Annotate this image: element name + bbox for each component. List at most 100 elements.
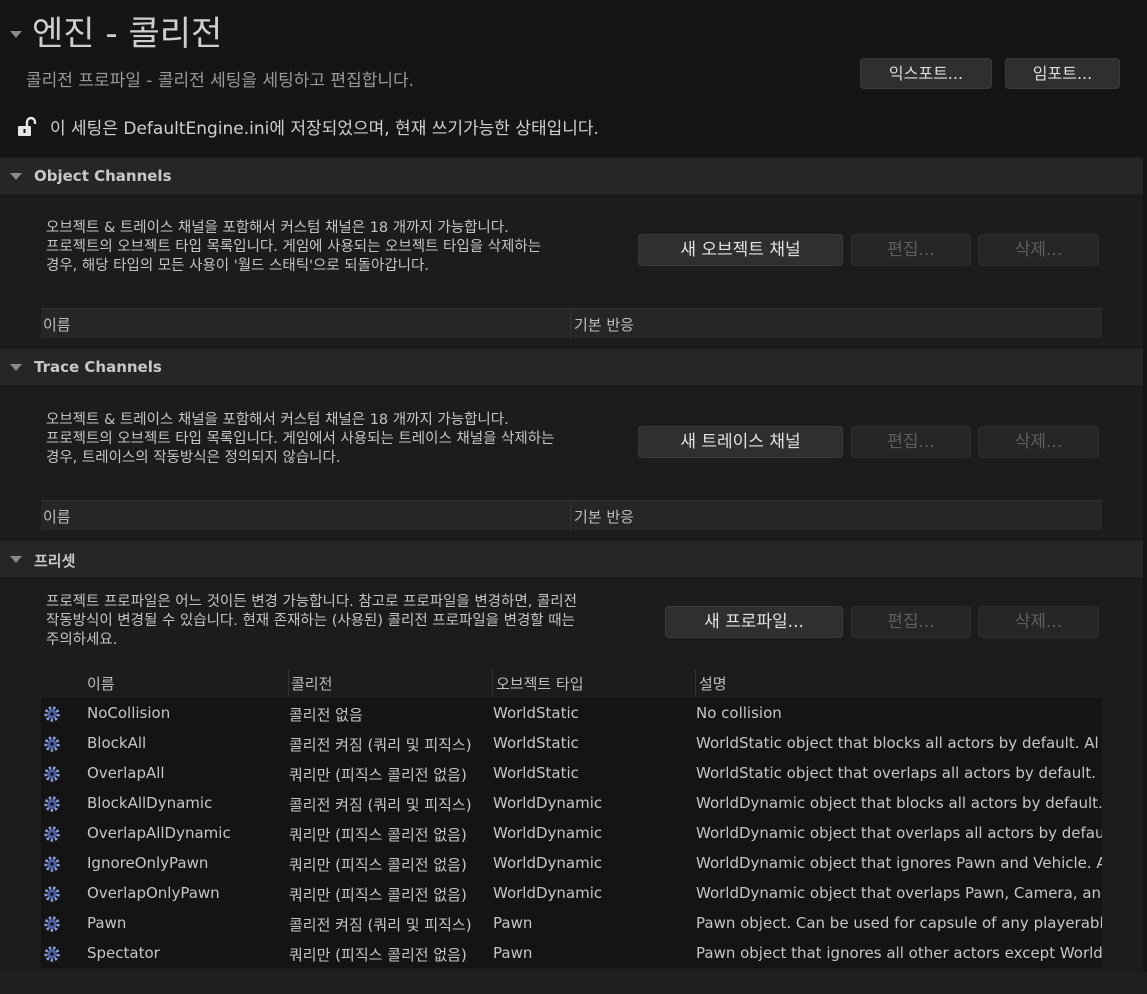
- preset-object-type: WorldStatic: [493, 734, 579, 752]
- collapse-arrow-icon[interactable]: [10, 173, 22, 180]
- table-row[interactable]: NoCollision 콜리전 없음 WorldStatic No collision: [41, 698, 1102, 728]
- preset-name: OverlapOnlyPawn: [87, 884, 220, 902]
- presets-desc-1: 프로젝트 프로파일은 어느 것이든 변경 가능합니다. 참고로 프로파일을 변경…: [46, 594, 577, 610]
- trace-channels-desc-2: 프로젝트의 오브젝트 타입 목록입니다. 게임에서 사용되는 트레이스 채널을 …: [46, 431, 555, 447]
- gear-icon: [44, 766, 60, 782]
- presets-table-header: 이름 콜리전 오브젝트 타입 설명: [41, 668, 1102, 698]
- object-channels-body: 오브젝트 & 트레이스 채널을 포함해서 커스텀 채널은 18 개까지 가능합니…: [0, 196, 1143, 347]
- edit-profile-button[interactable]: 편집...: [851, 606, 971, 638]
- preset-description: WorldDynamic object that blocks all acto…: [696, 794, 1102, 812]
- table-row[interactable]: BlockAll 콜리전 켜짐 (쿼리 및 피직스) WorldStatic Worl…: [41, 728, 1102, 758]
- object-channels-desc-3: 경우, 해당 타입의 모든 사용이 '월드 스태틱'으로 되돌아갑니다.: [46, 258, 429, 274]
- object-channels-column-header: 이름 기본 반응: [41, 308, 1102, 339]
- preset-object-type: WorldDynamic: [493, 824, 603, 842]
- gear-icon: [44, 946, 60, 962]
- preset-collision: 콜리전 없음: [289, 706, 363, 724]
- export-button[interactable]: 익스포트...: [860, 58, 992, 89]
- preset-name: IgnoreOnlyPawn: [87, 854, 209, 872]
- gear-icon: [44, 796, 60, 812]
- title-collapse-icon[interactable]: [10, 31, 22, 38]
- table-row[interactable]: OverlapAllDynamic 쿼리만 (피직스 콜리전 없음) WorldDy…: [41, 818, 1102, 848]
- presets-desc-2: 작동방식이 변경될 수 있습니다. 현재 존재하는 (사용된) 콜리전 프로파일…: [46, 613, 575, 629]
- preset-object-type: WorldDynamic: [493, 794, 603, 812]
- preset-collision: 콜리전 켜짐 (쿼리 및 피직스): [289, 796, 472, 814]
- gear-icon: [44, 916, 60, 932]
- gear-icon: [44, 736, 60, 752]
- column-collision[interactable]: 콜리전: [291, 673, 332, 694]
- preset-description: Pawn object that ignores all other actor…: [696, 944, 1102, 962]
- delete-object-channel-button[interactable]: 삭제...: [978, 234, 1099, 266]
- presets-label: 프리셋: [34, 552, 76, 570]
- new-profile-button[interactable]: 새 프로파일...: [665, 606, 843, 638]
- preset-collision: 쿼리만 (피직스 콜리전 없음): [289, 766, 467, 784]
- column-object-type[interactable]: 오브젝트 타입: [496, 673, 584, 694]
- collapse-arrow-icon[interactable]: [10, 556, 22, 563]
- preset-object-type: WorldDynamic: [493, 884, 603, 902]
- object-channels-desc-1: 오브젝트 & 트레이스 채널을 포함해서 커스텀 채널은 18 개까지 가능합니…: [46, 220, 509, 236]
- column-name[interactable]: 이름: [43, 314, 71, 335]
- new-object-channel-button[interactable]: 새 오브젝트 채널: [638, 234, 843, 266]
- preset-name: Pawn: [87, 914, 127, 932]
- object-channels-desc-2: 프로젝트의 오브젝트 타입 목록입니다. 게임에 사용되는 오브젝트 타입을 삭…: [46, 239, 542, 255]
- settings-saved-note: 이 세팅은 DefaultEngine.ini에 저장되었으며, 현재 쓰기가능…: [50, 119, 599, 139]
- preset-object-type: Pawn: [493, 914, 533, 932]
- column-description[interactable]: 설명: [699, 673, 727, 694]
- trace-channels-desc-1: 오브젝트 & 트레이스 채널을 포함해서 커스텀 채널은 18 개까지 가능합니…: [46, 412, 509, 428]
- preset-description: WorldDynamic object that overlaps Pawn, …: [696, 884, 1102, 902]
- import-button[interactable]: 임포트...: [1005, 58, 1120, 89]
- preset-description: WorldStatic object that blocks all actor…: [696, 734, 1099, 752]
- preset-description: Pawn object. Can be used for capsule of …: [696, 914, 1102, 932]
- gear-icon: [44, 856, 60, 872]
- preset-object-type: WorldDynamic: [493, 854, 603, 872]
- table-row[interactable]: BlockAllDynamic 콜리전 켜짐 (쿼리 및 피직스) WorldDyn…: [41, 788, 1102, 818]
- edit-trace-channel-button[interactable]: 편집...: [851, 426, 971, 458]
- column-default-response[interactable]: 기본 반응: [574, 506, 634, 527]
- preset-collision: 쿼리만 (피직스 콜리전 없음): [289, 856, 467, 874]
- table-row[interactable]: OverlapOnlyPawn 쿼리만 (피직스 콜리전 없음) WorldDyna…: [41, 878, 1102, 908]
- preset-collision: 콜리전 켜짐 (쿼리 및 피직스): [289, 916, 472, 934]
- trace-channels-desc-3: 경우, 트레이스의 작동방식은 정의되지 않습니다.: [46, 450, 341, 466]
- unlocked-padlock-icon[interactable]: [16, 116, 38, 138]
- presets-header[interactable]: 프리셋: [0, 540, 1143, 578]
- table-row[interactable]: IgnoreOnlyPawn 쿼리만 (피직스 콜리전 없음) WorldDynam…: [41, 848, 1102, 878]
- page-title: 엔진 - 콜리전: [32, 14, 223, 54]
- column-name[interactable]: 이름: [43, 506, 71, 527]
- table-row[interactable]: OverlapAll 쿼리만 (피직스 콜리전 없음) WorldStatic Wor…: [41, 758, 1102, 788]
- presets-desc-3: 주의하세요.: [46, 632, 118, 648]
- table-row[interactable]: Spectator 쿼리만 (피직스 콜리전 없음) Pawn Pawn object…: [41, 938, 1102, 968]
- preset-collision: 콜리전 켜짐 (쿼리 및 피직스): [289, 736, 472, 754]
- preset-object-type: Pawn: [493, 944, 533, 962]
- preset-name: NoCollision: [87, 704, 171, 722]
- gear-icon: [44, 706, 60, 722]
- bottom-bar: [0, 972, 1147, 994]
- trace-channels-body: 오브젝트 & 트레이스 채널을 포함해서 커스텀 채널은 18 개까지 가능합니…: [0, 387, 1143, 539]
- presets-table: 이름 콜리전 오브젝트 타입 설명 NoCollision 콜리전 없음 World…: [41, 668, 1102, 970]
- column-name[interactable]: 이름: [87, 673, 115, 694]
- table-row[interactable]: Pawn 콜리전 켜짐 (쿼리 및 피직스) Pawn Pawn object. Ca…: [41, 908, 1102, 938]
- collapse-arrow-icon[interactable]: [10, 364, 22, 371]
- delete-profile-button[interactable]: 삭제...: [978, 606, 1099, 638]
- preset-name: Spectator: [87, 944, 160, 962]
- preset-collision: 쿼리만 (피직스 콜리전 없음): [289, 826, 467, 844]
- trace-channels-column-header: 이름 기본 반응: [41, 500, 1102, 531]
- new-trace-channel-button[interactable]: 새 트레이스 채널: [638, 426, 843, 458]
- preset-description: WorldDynamic object that overlaps all ac…: [696, 824, 1102, 842]
- gear-icon: [44, 826, 60, 842]
- preset-name: OverlapAll: [87, 764, 165, 782]
- edit-object-channel-button[interactable]: 편집...: [851, 234, 971, 266]
- object-channels-header[interactable]: Object Channels: [0, 157, 1143, 195]
- gear-icon: [44, 886, 60, 902]
- column-default-response[interactable]: 기본 반응: [574, 314, 634, 335]
- preset-object-type: WorldStatic: [493, 764, 579, 782]
- preset-description: WorldDynamic object that ignores Pawn an…: [696, 854, 1102, 872]
- preset-object-type: WorldStatic: [493, 704, 579, 722]
- preset-name: BlockAll: [87, 734, 147, 752]
- page-subtitle: 콜리전 프로파일 - 콜리전 세팅을 세팅하고 편집합니다.: [26, 71, 415, 91]
- preset-collision: 쿼리만 (피직스 콜리전 없음): [289, 886, 467, 904]
- preset-description: No collision: [696, 704, 782, 722]
- delete-trace-channel-button[interactable]: 삭제...: [978, 426, 1099, 458]
- preset-name: OverlapAllDynamic: [87, 824, 231, 842]
- preset-description: WorldStatic object that overlaps all act…: [696, 764, 1102, 782]
- trace-channels-header[interactable]: Trace Channels: [0, 348, 1143, 386]
- trace-channels-label: Trace Channels: [34, 358, 162, 376]
